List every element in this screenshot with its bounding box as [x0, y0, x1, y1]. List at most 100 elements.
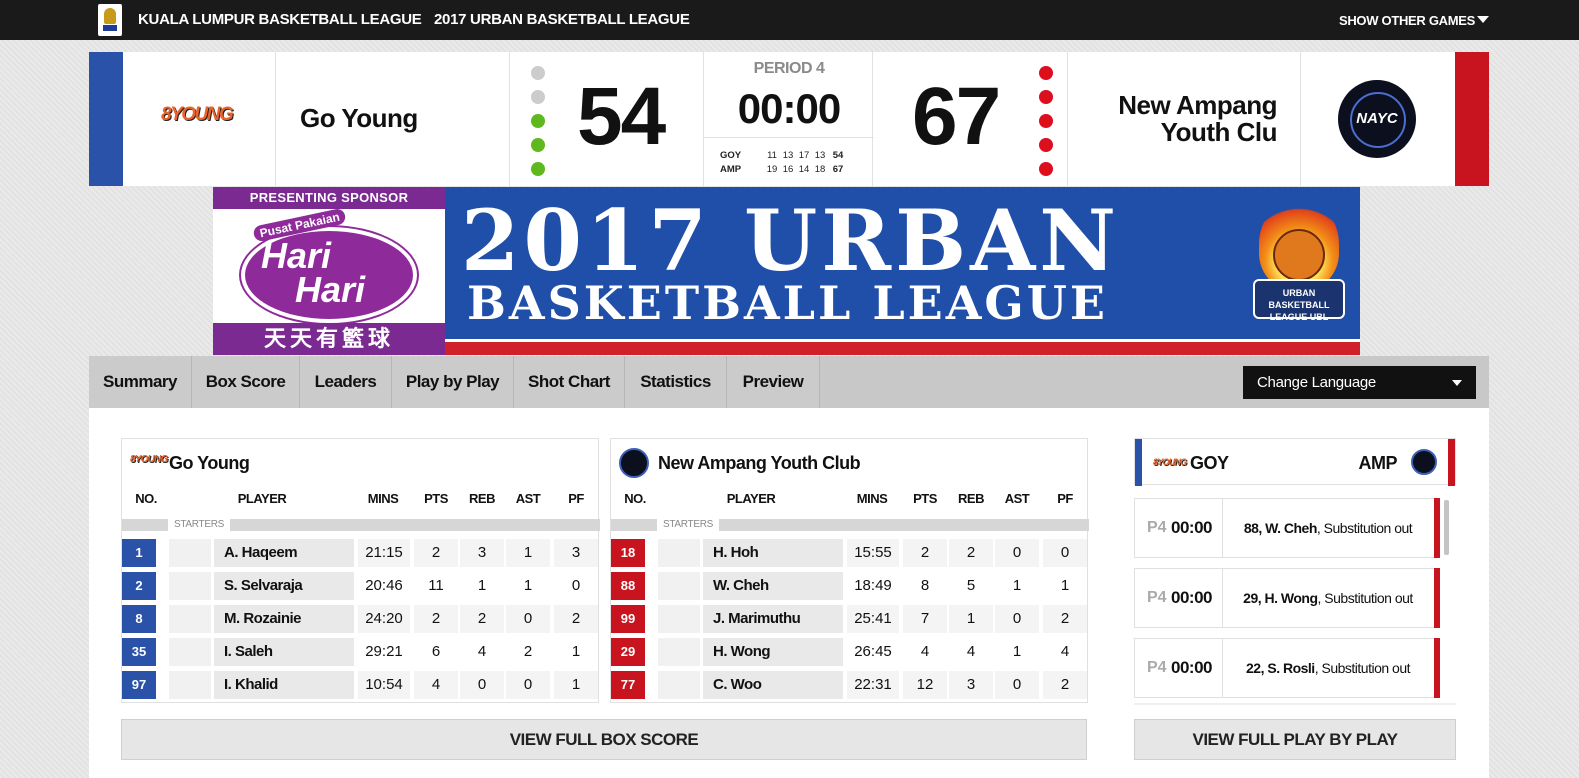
away-team-logo[interactable]: NAYC — [1338, 80, 1416, 158]
view-full-box-score-button[interactable]: VIEW FULL BOX SCORE — [121, 719, 1087, 760]
table-row[interactable]: 18 H. Hoh 15:55 2 2 0 0 — [611, 537, 1089, 569]
stat-mins: 22:31 — [847, 671, 899, 699]
player-photo-placeholder — [658, 572, 700, 600]
player-name[interactable]: H. Wong — [703, 638, 843, 666]
player-name[interactable]: C. Woo — [703, 671, 843, 699]
play-event[interactable]: P4 00:00 22, S. Rosli, Substitution out — [1134, 638, 1440, 698]
basketball-icon — [1273, 229, 1325, 281]
sponsor-panel: PRESENTING SPONSOR Pusat Pakaian Hari Ha… — [213, 187, 445, 355]
show-other-games-button[interactable]: SHOW OTHER GAMES — [1339, 13, 1475, 28]
stat-pf: 0 — [571, 577, 581, 594]
event-player[interactable]: 22, S. Rosli — [1246, 660, 1315, 676]
stat-mins: 15:55 — [847, 539, 899, 567]
box-header: New Ampang Youth Club — [611, 439, 1089, 486]
starters-label: STARTERS — [657, 519, 720, 531]
table-row[interactable]: 88 W. Cheh 18:49 8 5 1 1 — [611, 570, 1089, 602]
player-name[interactable]: I. Khalid — [214, 671, 354, 699]
column-header-pf: PF — [568, 491, 584, 506]
stat-ast: 0 — [506, 605, 550, 633]
home-team-logo[interactable]: 8YOUNG — [161, 104, 237, 132]
event-description: 29, H. Wong, Substitution out — [1223, 569, 1433, 627]
play-event[interactable]: P4 00:00 88, W. Cheh, Substitution out — [1134, 498, 1440, 558]
event-action: , Substitution out — [1314, 660, 1411, 676]
player-name[interactable]: S. Selvaraja — [214, 572, 354, 600]
timeout-dot — [1039, 162, 1053, 176]
table-row[interactable]: 1 A. Haqeem 21:15 2 3 1 3 — [122, 537, 600, 569]
away-box-score: New Ampang Youth Club NO. PLAYER MINS PT… — [610, 438, 1089, 703]
tab-box-score[interactable]: Box Score — [192, 356, 300, 408]
starters-label: STARTERS — [168, 519, 231, 531]
game-clock: 00:00 — [737, 85, 841, 132]
table-row[interactable]: 77 C. Woo 22:31 12 3 0 2 — [611, 669, 1089, 701]
stat-ast: 0 — [995, 671, 1039, 699]
tab-summary[interactable]: Summary — [89, 356, 192, 408]
player-photo-placeholder — [658, 638, 700, 666]
event-player[interactable]: 29, H. Wong — [1243, 590, 1318, 606]
stat-ast: 1 — [1012, 643, 1022, 660]
table-row[interactable]: 99 J. Marimuthu 25:41 7 1 0 2 — [611, 603, 1089, 635]
table-row[interactable]: 2 S. Selvaraja 20:46 11 1 1 0 — [122, 570, 600, 602]
play-event[interactable]: P4 00:00 29, H. Wong, Substitution out — [1134, 568, 1440, 628]
stat-mins: 29:21 — [365, 643, 403, 660]
table-row[interactable]: 8 M. Rozainie 24:20 2 2 0 2 — [122, 603, 600, 635]
stat-pf: 1 — [1060, 577, 1070, 594]
sponsor-chinese-text: 天天有籃球 — [213, 323, 445, 355]
timeout-dot — [531, 66, 545, 80]
timeout-dot — [531, 138, 545, 152]
language-select[interactable]: Change Language — [1243, 366, 1476, 399]
player-name[interactable]: J. Marimuthu — [703, 605, 843, 633]
stat-ast: 2 — [523, 643, 533, 660]
sponsor-logo-line2: Hari — [295, 269, 366, 310]
player-name[interactable]: H. Hoh — [703, 539, 843, 567]
view-full-play-by-play-button[interactable]: VIEW FULL PLAY BY PLAY — [1134, 719, 1456, 760]
player-photo-placeholder — [169, 671, 211, 699]
league-logo[interactable] — [98, 4, 122, 36]
tab-statistics[interactable]: Statistics — [625, 356, 727, 408]
box-team-name[interactable]: Go Young — [169, 453, 250, 474]
quarter-row-home: GOY 11 13 17 13 54 — [720, 150, 848, 161]
column-header-player: PLAYER — [237, 491, 287, 506]
player-name[interactable]: I. Saleh — [214, 638, 354, 666]
stat-reb: 3 — [949, 671, 993, 699]
away-color-stripe — [1448, 439, 1455, 486]
quarter-score: 13 — [814, 150, 826, 161]
tab-shot-chart[interactable]: Shot Chart — [514, 356, 625, 408]
box-team-name[interactable]: New Ampang Youth Club — [658, 453, 861, 474]
league-badge-text: URBAN BASKETBALL LEAGUE UBL — [1253, 279, 1345, 322]
home-team-name[interactable]: Go Young — [300, 105, 418, 132]
play-by-play-scrollbar[interactable] — [1444, 500, 1449, 555]
player-name[interactable]: W. Cheh — [703, 572, 843, 600]
sponsor-banner[interactable]: PRESENTING SPONSOR Pusat Pakaian Hari Ha… — [213, 187, 1360, 355]
event-action: , Substitution out — [1317, 590, 1414, 606]
chevron-down-icon[interactable] — [1477, 16, 1489, 23]
table-row[interactable]: 97 I. Khalid 10:54 4 0 0 1 — [122, 669, 600, 701]
player-name[interactable]: A. Haqeem — [214, 539, 354, 567]
tab-leaders[interactable]: Leaders — [300, 356, 392, 408]
season-title[interactable]: 2017 URBAN BASKETBALL LEAGUE — [434, 11, 690, 28]
event-time: 00:00 — [1171, 658, 1212, 677]
stat-mins: 25:41 — [847, 605, 899, 633]
period-label: PERIOD 4 — [753, 60, 825, 77]
event-action: , Substitution out — [1316, 520, 1413, 536]
column-header-reb: REB — [958, 491, 984, 506]
timeout-dot — [531, 162, 545, 176]
table-row[interactable]: 29 H. Wong 26:45 4 4 1 4 — [611, 636, 1089, 668]
away-team-name[interactable]: New Ampang Youth Clu — [1118, 92, 1277, 146]
quarter-total: 67 — [832, 164, 844, 175]
event-player[interactable]: 88, W. Cheh — [1244, 520, 1318, 536]
divider — [509, 52, 510, 186]
player-name[interactable]: M. Rozainie — [214, 605, 354, 633]
divider — [1067, 52, 1068, 186]
quarter-score: 17 — [798, 150, 810, 161]
tab-play-by-play[interactable]: Play by Play — [392, 356, 514, 408]
stat-mins: 18:49 — [854, 577, 892, 594]
league-title[interactable]: KUALA LUMPUR BASKETBALL LEAGUE — [138, 11, 422, 28]
stat-mins: 21:15 — [358, 539, 410, 567]
banner-title-line1: 2017 URBAN — [461, 191, 1121, 290]
stat-reb: 1 — [949, 605, 993, 633]
column-header-pts: PTS — [913, 491, 937, 506]
tab-preview[interactable]: Preview — [727, 356, 820, 408]
away-team-name-line1: New Ampang — [1118, 90, 1277, 120]
table-row[interactable]: 35 I. Saleh 29:21 6 4 2 1 — [122, 636, 600, 668]
stat-mins: 10:54 — [358, 671, 410, 699]
